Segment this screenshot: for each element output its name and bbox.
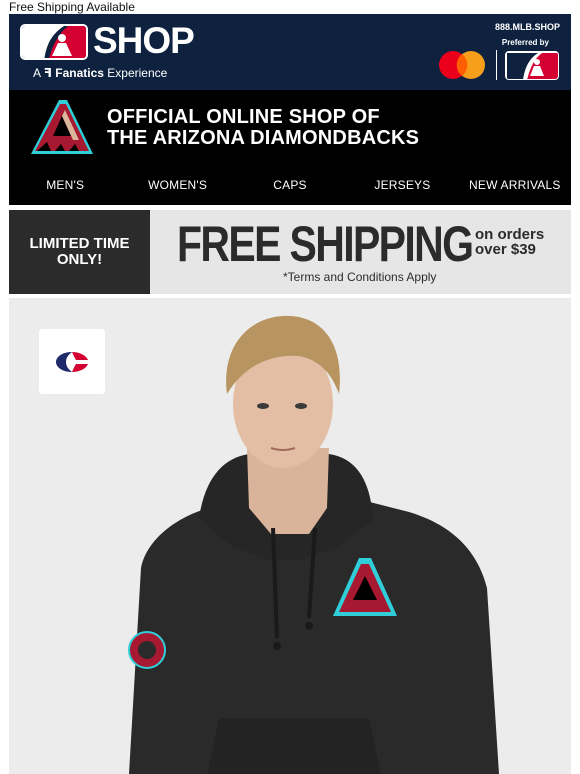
free-shipping-promo[interactable]: LIMITED TIME ONLY! FREE SHIPPING on orde… — [9, 210, 571, 294]
preheader-text: Free Shipping Available — [9, 0, 135, 14]
terms-note[interactable]: *Terms and Conditions Apply — [283, 270, 436, 284]
nav-mens[interactable]: MEN'S — [9, 165, 121, 205]
fanatics-experience-tagline: A ꟻ Fanatics Experience — [33, 66, 167, 80]
nav-womens[interactable]: WOMEN'S — [121, 165, 233, 205]
mlb-logo-icon[interactable] — [20, 24, 88, 60]
header-divider — [496, 50, 497, 80]
nav-caps[interactable]: CAPS — [234, 165, 346, 205]
nav-jerseys[interactable]: JERSEYS — [346, 165, 458, 205]
mastercard-icon — [438, 50, 486, 80]
limited-line1: LIMITED TIME — [29, 235, 130, 252]
category-nav: MEN'S WOMEN'S CAPS JERSEYS NEW ARRIVALS — [9, 165, 571, 205]
fanatics-suffix: Experience — [107, 66, 168, 80]
fanatics-prefix: A — [33, 66, 41, 80]
on-orders-line1: on orders — [475, 226, 545, 243]
limited-line2: ONLY! — [56, 251, 103, 268]
official-shop-title: OFFICIAL ONLINE SHOP OF THE ARIZONA DIAM… — [107, 107, 419, 149]
phone-number[interactable]: 888.MLB.SHOP — [495, 22, 560, 32]
nav-new-arrivals[interactable]: NEW ARRIVALS — [459, 165, 571, 205]
on-orders-line2: over $39 — [475, 241, 536, 258]
official-title-line1: OFFICIAL ONLINE SHOP OF — [107, 106, 380, 128]
fanatics-f-icon: ꟻ — [43, 66, 52, 80]
diamondbacks-a-logo-icon — [29, 98, 95, 156]
team-banner[interactable]: OFFICIAL ONLINE SHOP OF THE ARIZONA DIAM… — [9, 90, 571, 165]
free-shipping-headline: FREE SHIPPING — [177, 216, 474, 272]
order-threshold: on orders over $39 — [475, 227, 565, 257]
shop-wordmark[interactable]: SHOP — [93, 21, 195, 61]
hero-product-image[interactable] — [9, 298, 571, 774]
mlb-small-logo-icon — [505, 51, 559, 80]
preferred-by-label: Preferred by — [501, 38, 549, 47]
mlb-shop-header[interactable]: SHOP A ꟻ Fanatics Experience 888.MLB.SHO… — [9, 14, 571, 90]
official-title-line2: THE ARIZONA DIAMONDBACKS — [107, 127, 420, 149]
limited-time-box: LIMITED TIME ONLY! — [9, 210, 150, 294]
limited-time-text: LIMITED TIME ONLY! — [20, 236, 140, 268]
fanatics-brand: Fanatics — [55, 66, 104, 80]
champion-logo-icon[interactable] — [39, 329, 105, 394]
